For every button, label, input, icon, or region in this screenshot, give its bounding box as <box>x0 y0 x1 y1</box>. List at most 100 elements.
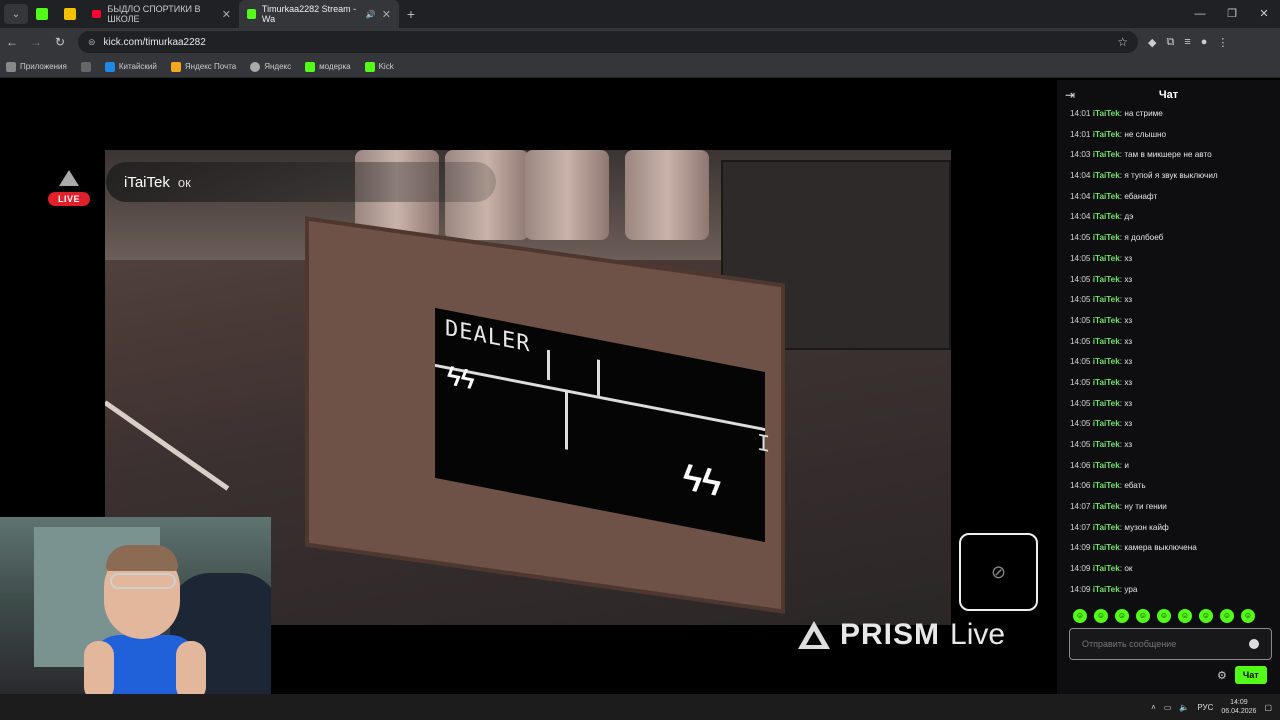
message-username[interactable]: iTaiTek <box>1093 523 1120 532</box>
message-time: 14:04 <box>1070 212 1091 222</box>
bookmark-kick[interactable]: Kick <box>364 61 394 72</box>
emote-icon[interactable]: ☺ <box>1199 609 1213 623</box>
emote-icon[interactable]: ☺ <box>1094 609 1108 623</box>
speaker-icon[interactable]: 🔊 <box>366 10 376 19</box>
message-text: хз <box>1124 274 1133 284</box>
message-username[interactable]: iTaiTek <box>1093 150 1120 159</box>
emote-icon[interactable]: ☺ <box>1178 609 1192 623</box>
emote-icon[interactable]: ☺ <box>1115 609 1129 623</box>
emote-icon[interactable]: ☺ <box>1073 609 1087 623</box>
message-time: 14:05 <box>1070 377 1091 387</box>
message-username[interactable]: iTaiTek <box>1093 275 1120 284</box>
globe-icon <box>250 61 261 72</box>
message-username[interactable]: iTaiTek <box>1093 171 1120 180</box>
message-time: 14:07 <box>1070 522 1091 532</box>
maximize-button[interactable]: ❐ <box>1216 0 1248 28</box>
close-icon[interactable]: ✕ <box>222 8 231 21</box>
message-username[interactable]: iTaiTek <box>1093 585 1120 594</box>
message-username[interactable]: iTaiTek <box>1093 337 1120 346</box>
chat-message: 14:05 iTaiTek: хз <box>1070 253 1275 274</box>
browser-tab-bar: ⌄ БЫДЛО СПОРТИКИ В ШКОЛЕ ✕ Timurkaa2282 … <box>0 0 1280 28</box>
message-username[interactable]: iTaiTek <box>1093 399 1120 408</box>
message-username[interactable]: iTaiTek <box>1093 192 1120 201</box>
gear-icon[interactable]: ⚙ <box>1217 669 1227 682</box>
address-bar[interactable]: ⊜ kick.com/timurkaa2282 ☆ <box>78 31 1138 53</box>
clock[interactable]: 14:09 06.04.2026 <box>1221 698 1256 716</box>
tab-youtube[interactable]: БЫДЛО СПОРТИКИ В ШКОЛЕ ✕ <box>84 0 239 28</box>
chat-message-input[interactable] <box>1082 639 1247 649</box>
volume-icon[interactable]: 🔈 <box>1179 703 1189 712</box>
emote-icon[interactable]: ☺ <box>1241 609 1255 623</box>
video-player[interactable]: DEALER ϟϟ ϟϟ I LIVE iTaiTek ок ⊘ PRISM L… <box>0 80 1057 694</box>
chat-message: 14:06 iTaiTek: и <box>1070 460 1275 481</box>
webcam-glasses <box>110 573 176 589</box>
reading-list-icon[interactable]: ≡ <box>1184 36 1190 49</box>
close-icon[interactable]: ✕ <box>382 8 391 21</box>
notifications-icon[interactable]: ▢ <box>1264 703 1272 712</box>
message-username[interactable]: iTaiTek <box>1093 130 1120 139</box>
tray-chevron-icon[interactable]: ˄ <box>1151 703 1156 712</box>
prism-logo-icon <box>798 621 830 649</box>
camera-off-icon: ⊘ <box>959 533 1038 611</box>
bookmark-chinese[interactable]: Китайский <box>104 61 157 72</box>
message-username[interactable]: iTaiTek <box>1093 564 1120 573</box>
message-username[interactable]: iTaiTek <box>1093 461 1120 470</box>
language-indicator[interactable]: РУС <box>1197 703 1213 712</box>
message-username[interactable]: iTaiTek <box>1093 502 1120 511</box>
pinned-tab-yandex[interactable] <box>56 0 84 28</box>
extensions-puzzle-icon[interactable]: ⧉ <box>1166 36 1174 49</box>
back-button[interactable]: ← <box>0 35 24 49</box>
bookmark-moderka[interactable]: модерка <box>305 61 351 72</box>
collapse-chat-icon[interactable]: ⇥ <box>1065 88 1075 102</box>
bookmark-yandex-mail[interactable]: Яндекс Почта <box>170 61 236 72</box>
message-time: 14:05 <box>1070 274 1091 284</box>
webcam-feed <box>0 517 271 694</box>
profile-avatar[interactable]: ● <box>1201 36 1208 49</box>
floor-line <box>105 400 230 491</box>
message-username[interactable]: iTaiTek <box>1093 440 1120 449</box>
tab-search-button[interactable]: ⌄ <box>4 4 28 24</box>
new-tab-button[interactable]: + <box>399 6 423 22</box>
message-username[interactable]: iTaiTek <box>1093 378 1120 387</box>
message-username[interactable]: iTaiTek <box>1093 254 1120 263</box>
emoji-picker-icon[interactable] <box>1249 639 1259 649</box>
network-icon[interactable]: ▭ <box>1164 703 1172 712</box>
chat-message: 14:01 iTaiTek: не слышно <box>1070 129 1275 150</box>
message-time: 14:06 <box>1070 460 1091 470</box>
message-text: и <box>1124 460 1129 470</box>
message-username[interactable]: iTaiTek <box>1093 233 1120 242</box>
message-username[interactable]: iTaiTek <box>1093 316 1120 325</box>
message-username[interactable]: iTaiTek <box>1093 212 1120 221</box>
chat-input-box[interactable] <box>1069 628 1272 660</box>
bookmark-apps[interactable]: Приложения <box>6 61 67 72</box>
forward-button[interactable]: → <box>24 35 48 49</box>
emote-icon[interactable]: ☺ <box>1157 609 1171 623</box>
message-username[interactable]: iTaiTek <box>1093 543 1120 552</box>
menu-dots-icon[interactable]: ⋮ <box>1217 36 1228 49</box>
chat-message: 14:05 iTaiTek: хз <box>1070 418 1275 439</box>
chat-message: 14:04 iTaiTek: дэ <box>1070 211 1275 232</box>
bookmark-yandex[interactable]: Яндекс <box>250 61 291 72</box>
message-time: 14:05 <box>1070 357 1091 367</box>
bookmark-grid[interactable] <box>80 61 91 72</box>
message-text: хз <box>1124 419 1133 429</box>
bookmark-star-icon[interactable]: ☆ <box>1117 35 1128 49</box>
message-username[interactable]: iTaiTek <box>1093 109 1120 118</box>
send-chat-button[interactable]: Чат <box>1234 666 1267 684</box>
message-username[interactable]: iTaiTek <box>1093 295 1120 304</box>
message-username[interactable]: iTaiTek <box>1093 357 1120 366</box>
reload-button[interactable]: ↻ <box>48 35 72 49</box>
chat-message: 14:05 iTaiTek: хз <box>1070 294 1275 315</box>
message-username[interactable]: iTaiTek <box>1093 481 1120 490</box>
message-time: 14:05 <box>1070 253 1091 263</box>
message-username[interactable]: iTaiTek <box>1093 419 1120 428</box>
site-info-icon[interactable]: ⊜ <box>88 37 96 48</box>
pinned-tab-kick[interactable] <box>28 0 56 28</box>
close-window-button[interactable]: ✕ <box>1248 0 1280 28</box>
minimize-button[interactable]: — <box>1184 0 1216 28</box>
emote-icon[interactable]: ☺ <box>1136 609 1150 623</box>
extension-icon[interactable]: ◆ <box>1148 36 1156 49</box>
tab-kick-stream[interactable]: Timurkaa2282 Stream - Wa 🔊 ✕ <box>239 0 399 28</box>
chat-messages: 14:01 iTaiTek: на стриме 14:01 iTaiTek: н… <box>1070 108 1275 605</box>
emote-icon[interactable]: ☺ <box>1220 609 1234 623</box>
